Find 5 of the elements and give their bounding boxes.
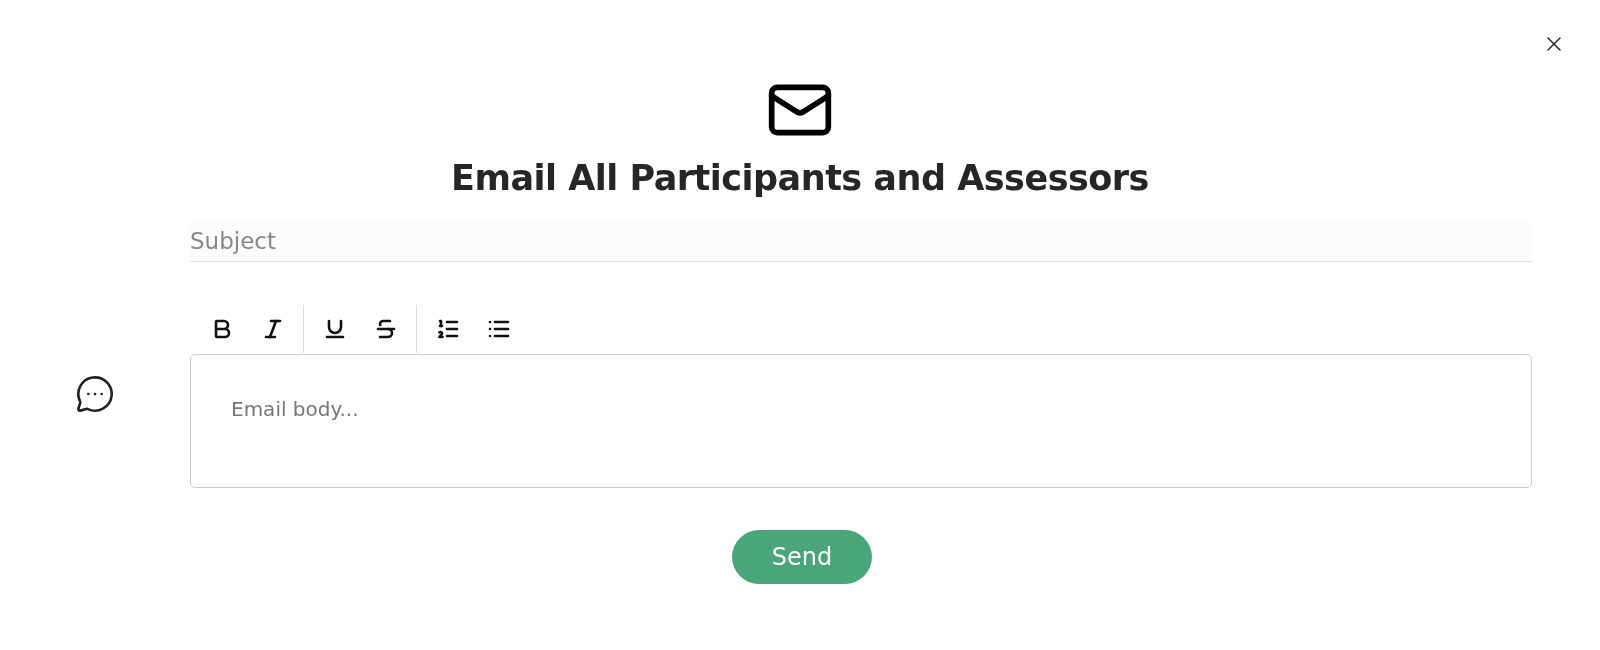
email-body-field[interactable]: Email body...: [190, 354, 1532, 488]
send-button[interactable]: Send: [732, 530, 872, 584]
dialog-title: Email All Participants and Assessors: [451, 158, 1149, 198]
speech-bubble-icon[interactable]: [75, 374, 115, 414]
numbered-list-icon[interactable]: [435, 317, 460, 341]
